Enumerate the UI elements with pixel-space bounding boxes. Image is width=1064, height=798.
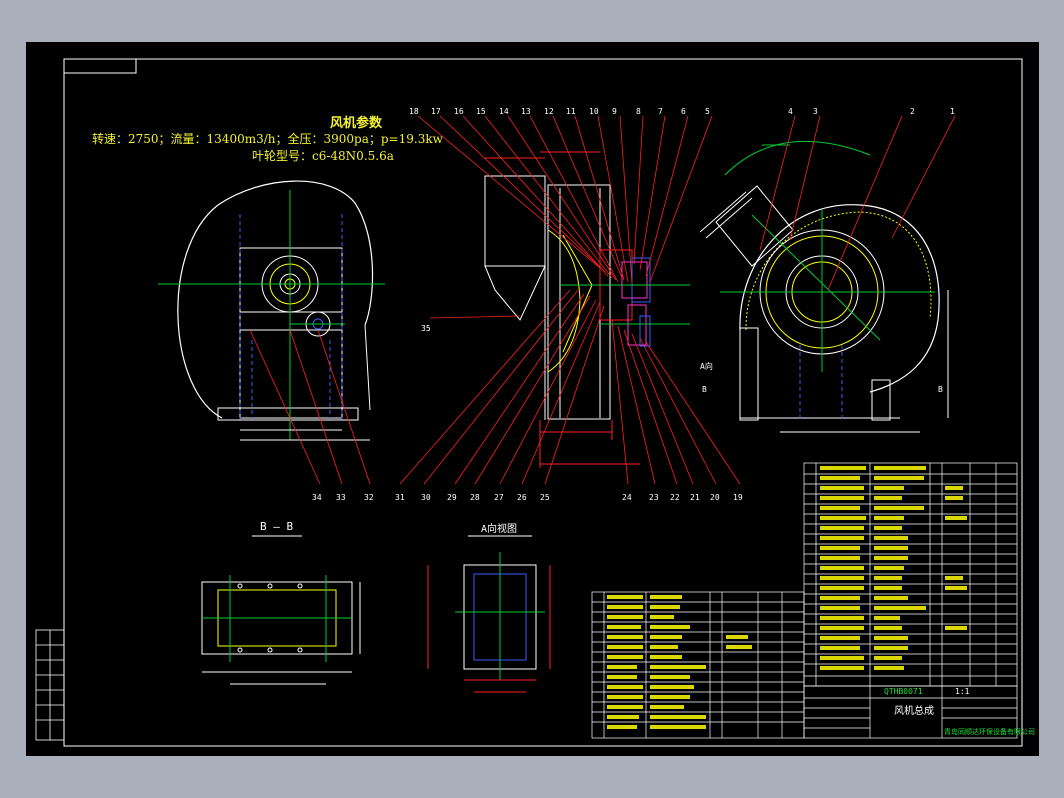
drawing-code: QTHB0071 <box>884 687 923 696</box>
view-a-title: A向视图 <box>481 522 517 535</box>
balloon-label: 9 <box>612 107 617 116</box>
balloon-label: 8 <box>636 107 641 116</box>
balloon-label: 34 <box>312 493 322 502</box>
balloon-label: 24 <box>622 493 632 502</box>
balloon-label: 23 <box>649 493 659 502</box>
balloon-label: 16 <box>454 107 464 116</box>
balloon-label: 20 <box>710 493 720 502</box>
balloon-label: 21 <box>690 493 700 502</box>
balloon-label: 3 <box>813 107 818 116</box>
balloon-label: 27 <box>494 493 504 502</box>
cad-drawing-canvas[interactable]: 风机参数 转速：2750；流量：13400m3/h；全压：3900pa；p=19… <box>0 0 1064 798</box>
balloon-label: 14 <box>499 107 509 116</box>
balloon-label: 5 <box>705 107 710 116</box>
balloon-label: 12 <box>544 107 554 116</box>
balloon-label: 4 <box>788 107 793 116</box>
balloon-label: 13 <box>521 107 531 116</box>
view-b-marker-left: B <box>702 385 707 394</box>
balloon-label: 1 <box>950 107 955 116</box>
balloon-label: 35 <box>421 324 431 333</box>
balloon-label: 18 <box>409 107 419 116</box>
view-a-marker: A向 <box>700 361 713 371</box>
balloon-label: 25 <box>540 493 550 502</box>
drawing-title: 风机总成 <box>894 704 934 717</box>
balloon-label: 29 <box>447 493 457 502</box>
company-name: 青岛同顺达环保设备有限公司 <box>944 727 1035 736</box>
balloon-label: 22 <box>670 493 680 502</box>
balloon-label: 19 <box>733 493 743 502</box>
balloon-label: 6 <box>681 107 686 116</box>
balloon-label: 33 <box>336 493 346 502</box>
section-bb-title: B — B <box>260 520 293 533</box>
balloon-label: 10 <box>589 107 599 116</box>
balloon-label: 31 <box>395 493 405 502</box>
params-line-1: 转速：2750；流量：13400m3/h；全压：3900pa；p=19.3kw <box>92 131 444 146</box>
balloon-label: 11 <box>566 107 576 116</box>
balloon-label: 17 <box>431 107 441 116</box>
params-line-2: 叶轮型号：c6-48N0.5.6a <box>252 149 394 163</box>
balloon-label: 7 <box>658 107 663 116</box>
balloon-label: 15 <box>476 107 486 116</box>
balloon-label: 28 <box>470 493 480 502</box>
balloon-label: 26 <box>517 493 527 502</box>
drawing-scale: 1:1 <box>955 687 970 696</box>
params-heading: 风机参数 <box>330 115 383 131</box>
balloon-label: 32 <box>364 493 374 502</box>
view-b-marker-right: B <box>938 385 943 394</box>
balloon-label: 30 <box>421 493 431 502</box>
balloon-label: 2 <box>910 107 915 116</box>
